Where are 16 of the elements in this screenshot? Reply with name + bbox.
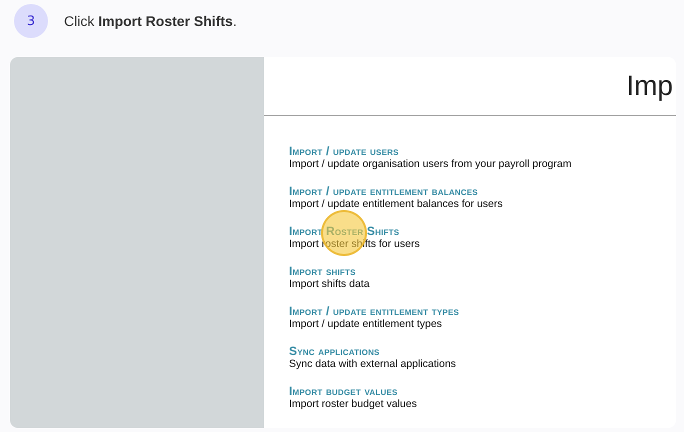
import-description: Import shifts data — [289, 278, 370, 291]
step-instruction: Click Import Roster Shifts. — [64, 13, 237, 29]
import-link[interactable]: Import budget values — [289, 384, 398, 398]
import-description: Import / update organisation users from your payroll program — [289, 158, 572, 171]
import-link[interactable]: Import / update entitlement balances — [289, 184, 478, 198]
import-link[interactable]: Sync applications — [289, 344, 380, 358]
import-description: Import roster shifts for users — [289, 238, 420, 251]
import-link[interactable]: Import / update users — [289, 144, 399, 158]
import-link[interactable]: Import / update entitlement types — [289, 304, 460, 318]
import-description: Import roster budget values — [289, 398, 417, 411]
page-title: Imp — [626, 69, 673, 103]
import-link[interactable]: Import shifts — [289, 264, 356, 278]
step-number: 3 — [14, 4, 48, 38]
import-description: Import / update entitlement balances for users — [289, 198, 503, 211]
import-description: Sync data with external applications — [289, 358, 456, 371]
import-description: Import / update entitlement types — [289, 318, 442, 331]
